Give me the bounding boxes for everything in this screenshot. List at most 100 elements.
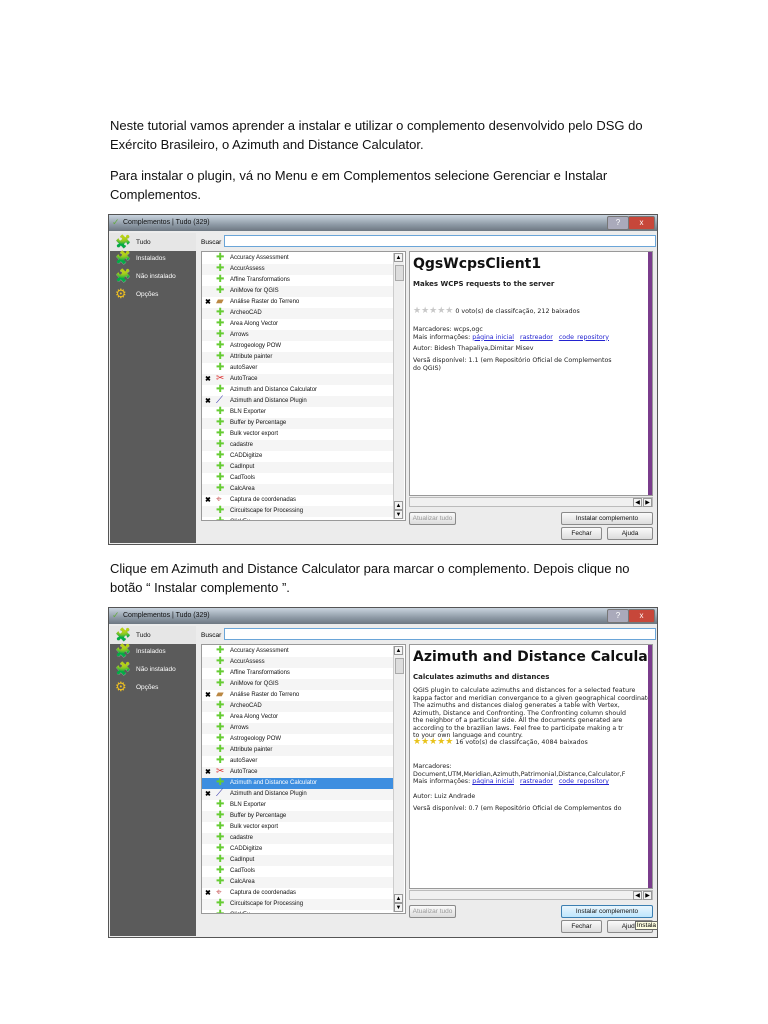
code-repository-link[interactable]: code_repository <box>559 334 609 341</box>
plugin-list-item[interactable]: ✚ Arrows <box>202 330 394 341</box>
plugin-list-item[interactable]: ✚ autoSaver <box>202 363 394 374</box>
list-scrollbar[interactable]: ▲ ▲ ▼ <box>393 646 404 912</box>
scroll-up-icon[interactable]: ▲ <box>394 894 403 903</box>
plugin-list-item[interactable]: ✚ autoSaver <box>202 756 394 767</box>
close-window-button[interactable]: x <box>628 216 655 230</box>
install-plugin-button[interactable]: Instalar complemento <box>561 905 653 918</box>
plugin-list-item[interactable]: ✚ CadTools <box>202 473 394 484</box>
plugin-list-item[interactable]: ✚ CADDigitize <box>202 451 394 462</box>
scroll-left-icon[interactable]: ◀ <box>633 891 642 900</box>
plugin-list-item[interactable]: ✚ Area Along Vector <box>202 712 394 723</box>
install-plugin-button[interactable]: Instalar complemento <box>561 512 653 525</box>
tracker-link[interactable]: rastreador <box>520 778 553 785</box>
help-window-button[interactable]: ? <box>607 609 629 623</box>
close-button[interactable]: Fechar <box>561 920 602 933</box>
plugin-list-item[interactable]: ✚ cadastre <box>202 833 394 844</box>
scroll-down-icon[interactable]: ▼ <box>394 903 403 912</box>
plugin-name: CadInput <box>230 464 255 470</box>
plugin-list-item[interactable]: ✚ Azimuth and Distance Calculator <box>202 778 394 789</box>
scroll-right-icon[interactable]: ▶ <box>643 891 652 900</box>
plugin-list-item[interactable]: ✚ Buffer by Percentage <box>202 418 394 429</box>
plugin-list-item[interactable]: ✚ ArcheoCAD <box>202 701 394 712</box>
plugin-list-item[interactable]: ✚ Attribute painter <box>202 352 394 363</box>
plugin-list-item[interactable]: ✚ AccurAssess <box>202 657 394 668</box>
plugin-list-item[interactable]: ✚ Affine Transformations <box>202 275 394 286</box>
plugin-list-item[interactable]: ✖ ⌖ Captura de coordenadas <box>202 495 394 506</box>
plugin-list-item[interactable]: ✚ Bulk vector export <box>202 822 394 833</box>
plugin-list-item[interactable]: ✚ Astrogeology POW <box>202 341 394 352</box>
plugin-list-item[interactable]: ✖ ▰ Análise Raster do Terreno <box>202 297 394 308</box>
plugin-list-item[interactable]: ✚ ClickFu <box>202 517 394 521</box>
sidebar-item-2[interactable]: 🧩 Não instalado <box>110 660 196 678</box>
list-scrollbar[interactable]: ▲ ▲ ▼ <box>393 253 404 519</box>
plugin-list-item[interactable]: ✚ CadInput <box>202 855 394 866</box>
scroll-down-icon[interactable]: ▼ <box>394 510 403 519</box>
plugin-list-item[interactable]: ✚ Circuitscape for Processing <box>202 899 394 910</box>
details-scrollbar[interactable] <box>648 645 652 888</box>
plugin-name: Area Along Vector <box>230 321 279 327</box>
plugin-list-item[interactable]: ✖ ⟋ Azimuth and Distance Plugin <box>202 396 394 407</box>
update-all-button[interactable]: Atualizar tudo <box>409 905 456 918</box>
plugin-list-item[interactable]: ✚ Azimuth and Distance Calculator <box>202 385 394 396</box>
plugin-list-item[interactable]: ✚ Attribute painter <box>202 745 394 756</box>
details-scrollbar[interactable] <box>648 252 652 495</box>
plugin-list-item[interactable]: ✖ ✂ AutoTrace <box>202 767 394 778</box>
plugin-list-item[interactable]: ✚ AniMove for QGIS <box>202 679 394 690</box>
plugin-list-item[interactable]: ✚ Area Along Vector <box>202 319 394 330</box>
plugin-list-item[interactable]: ✖ ▰ Análise Raster do Terreno <box>202 690 394 701</box>
close-window-button[interactable]: x <box>628 609 655 623</box>
scroll-right-icon[interactable]: ▶ <box>643 498 652 507</box>
help-button[interactable]: Ajuda <box>607 527 653 540</box>
plugin-list-item[interactable]: ✚ Circuitscape for Processing <box>202 506 394 517</box>
sidebar-item-1[interactable]: 🧩 Instalados <box>110 642 196 660</box>
scroll-thumb[interactable] <box>395 658 404 674</box>
plugin-list-item[interactable]: ✚ BLN Exporter <box>202 800 394 811</box>
plugin-list-item[interactable]: ✚ CADDigitize <box>202 844 394 855</box>
help-window-button[interactable]: ? <box>607 216 629 230</box>
plugin-list-item[interactable]: ✚ Buffer by Percentage <box>202 811 394 822</box>
update-all-button[interactable]: Atualizar tudo <box>409 512 456 525</box>
plugin-list-item[interactable]: ✚ ClickFu <box>202 910 394 914</box>
plugin-icon: ✚ <box>216 667 225 678</box>
title-bar: ✓ Complementos | Tudo (329) ? x <box>109 608 657 624</box>
tracker-link[interactable]: rastreador <box>520 334 553 341</box>
plugin-list-item[interactable]: ✚ AniMove for QGIS <box>202 286 394 297</box>
scroll-up-icon[interactable]: ▲ <box>394 501 403 510</box>
plugin-list-item[interactable]: ✚ AccurAssess <box>202 264 394 275</box>
plugin-list-item[interactable]: ✚ Accuracy Assessment <box>202 646 394 657</box>
installed-mark-icon: ✖ <box>205 497 211 504</box>
plugin-list-item[interactable]: ✚ Arrows <box>202 723 394 734</box>
details-horizontal-scrollbar[interactable]: ◀ ▶ <box>409 497 653 507</box>
sidebar-item-3[interactable]: ⚙ Opções <box>110 285 196 303</box>
sidebar-item-2[interactable]: 🧩 Não instalado <box>110 267 196 285</box>
plugin-list-item[interactable]: ✚ BLN Exporter <box>202 407 394 418</box>
scroll-thumb[interactable] <box>395 265 404 281</box>
scroll-up-icon[interactable]: ▲ <box>394 253 403 262</box>
search-input[interactable] <box>224 235 656 247</box>
details-horizontal-scrollbar[interactable]: ◀ ▶ <box>409 890 653 900</box>
plugin-list-item[interactable]: ✖ ⌖ Captura de coordenadas <box>202 888 394 899</box>
plugin-list-item[interactable]: ✖ ✂ AutoTrace <box>202 374 394 385</box>
sidebar-item-1[interactable]: 🧩 Instalados <box>110 249 196 267</box>
plugin-list-item[interactable]: ✚ cadastre <box>202 440 394 451</box>
plugin-list-item[interactable]: ✚ CalcArea <box>202 877 394 888</box>
plugin-list-item[interactable]: ✚ Astrogeology POW <box>202 734 394 745</box>
plugin-list-item[interactable]: ✚ CadTools <box>202 866 394 877</box>
homepage-link[interactable]: página inicial <box>472 334 514 341</box>
scroll-up-icon[interactable]: ▲ <box>394 646 403 655</box>
plugin-author: Autor: Luiz Andrade <box>413 793 476 800</box>
code-repository-link[interactable]: code_repository <box>559 778 609 785</box>
plugin-list-item[interactable]: ✚ ArcheoCAD <box>202 308 394 319</box>
homepage-link[interactable]: página inicial <box>472 778 514 785</box>
plugin-list-item[interactable]: ✖ ⟋ Azimuth and Distance Plugin <box>202 789 394 800</box>
plugin-list-item[interactable]: ✚ CadInput <box>202 462 394 473</box>
search-input[interactable] <box>224 628 656 640</box>
plugin-list-item[interactable]: ✚ Affine Transformations <box>202 668 394 679</box>
close-button[interactable]: Fechar <box>561 527 602 540</box>
plugin-list-item[interactable]: ✚ Accuracy Assessment <box>202 253 394 264</box>
scroll-left-icon[interactable]: ◀ <box>633 498 642 507</box>
document-page: Neste tutorial vamos aprender a instalar… <box>0 0 768 1024</box>
sidebar-item-3[interactable]: ⚙ Opções <box>110 678 196 696</box>
plugin-list-item[interactable]: ✚ CalcArea <box>202 484 394 495</box>
plugin-list-item[interactable]: ✚ Bulk vector export <box>202 429 394 440</box>
